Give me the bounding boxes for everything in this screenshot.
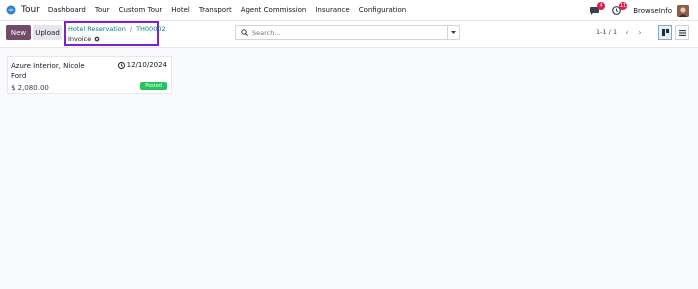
search-input[interactable] xyxy=(252,28,442,37)
menu-item-insurance[interactable]: Insurance xyxy=(315,6,349,14)
chat-icon[interactable]: 4 xyxy=(589,1,606,16)
menu-item-configuration[interactable]: Configuration xyxy=(359,6,406,14)
kanban-icon xyxy=(661,29,669,36)
top-navbar: Tour Dashboard Tour Custom Tour Hotel Tr… xyxy=(0,0,698,21)
systray: 4 11 BrowseInfo xyxy=(589,0,689,21)
menu-item-agent-commission[interactable]: Agent Commission xyxy=(241,6,307,14)
main-menu: Dashboard Tour Custom Tour Hotel Transpo… xyxy=(48,6,415,14)
menu-item-hotel[interactable]: Hotel xyxy=(171,6,190,14)
app-logo-icon[interactable] xyxy=(6,5,16,15)
menu-item-tour[interactable]: Tour xyxy=(95,6,110,14)
chevron-left-icon: ‹ xyxy=(625,28,629,37)
upload-button[interactable]: Upload xyxy=(33,25,62,40)
user-avatar[interactable] xyxy=(677,4,689,17)
card-partner: Azure Interior, Nicole Ford xyxy=(11,62,85,80)
app-name[interactable]: Tour xyxy=(21,5,40,15)
pager-value[interactable]: 1-1 / 1 xyxy=(596,28,617,36)
gear-icon[interactable] xyxy=(94,36,100,42)
kanban-card[interactable]: Azure Interior, Nicole Ford 12/10/2024 $… xyxy=(7,56,172,94)
activity-clock-icon[interactable]: 11 xyxy=(611,1,628,16)
status-badge: Posted xyxy=(140,82,167,90)
clock-icon xyxy=(117,61,125,69)
card-amount: $ 2,080.00 xyxy=(11,84,49,92)
menu-item-custom-tour[interactable]: Custom Tour xyxy=(119,6,163,14)
menu-item-transport[interactable]: Transport xyxy=(199,6,232,14)
pager-previous-button[interactable]: ‹ xyxy=(621,25,633,40)
caret-down-icon xyxy=(451,31,456,34)
chat-badge: 4 xyxy=(597,1,606,10)
breadcrumb-hotel-reservation[interactable]: Hotel Reservation xyxy=(68,25,126,33)
kanban-view-button[interactable] xyxy=(658,25,672,40)
search-bar xyxy=(235,25,460,40)
breadcrumb-current: Invoice xyxy=(68,35,92,43)
pager-next-button[interactable]: › xyxy=(634,25,646,40)
new-button[interactable]: New xyxy=(6,25,31,40)
list-view-button[interactable] xyxy=(675,25,689,40)
search-icon xyxy=(241,29,248,36)
activity-badge: 11 xyxy=(618,1,628,10)
chevron-right-icon: › xyxy=(638,28,642,37)
company-switcher[interactable]: BrowseInfo xyxy=(633,7,672,15)
breadcrumb: Hotel Reservation / TH00002 Invoice xyxy=(64,21,166,46)
search-options-toggle[interactable] xyxy=(447,26,459,39)
card-date: 12/10/2024 xyxy=(117,61,167,69)
card-date-value: 12/10/2024 xyxy=(126,61,167,69)
list-icon xyxy=(678,29,686,36)
breadcrumb-separator: / xyxy=(129,25,133,33)
breadcrumb-record[interactable]: TH00002 xyxy=(136,25,166,33)
menu-item-dashboard[interactable]: Dashboard xyxy=(48,6,86,14)
